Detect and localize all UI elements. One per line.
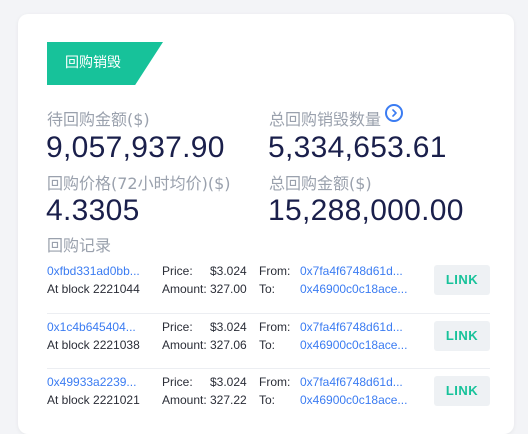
from-label: From: [259, 320, 291, 334]
from-address-link[interactable]: 0x7fa4f6748d61d... [300, 264, 430, 278]
tx-hash-link[interactable]: 0x49933a2239... [47, 375, 157, 389]
price-value: $3.024 [210, 375, 247, 389]
record-row: 0x49933a2239... At block 2221021 Price: … [47, 370, 490, 424]
amount-value: 327.22 [210, 393, 247, 407]
to-label: To: [259, 393, 276, 407]
to-address-link[interactable]: 0x46900c0c18ace... [300, 282, 430, 296]
to-address-link[interactable]: 0x46900c0c18ace... [300, 393, 430, 407]
price-value: $3.024 [210, 264, 247, 278]
amount-value: 327.06 [210, 338, 247, 352]
to-address-link[interactable]: 0x46900c0c18ace... [300, 338, 430, 352]
tx-hash-link[interactable]: 0xfbd331ad0bb... [47, 264, 157, 278]
amount-label: Amount: [162, 338, 207, 352]
block-number: At block 2221021 [47, 393, 140, 407]
block-number: At block 2221038 [47, 338, 140, 352]
buyback-price-label: 回购价格(72小时均价)($) [47, 174, 231, 193]
price-label: Price: [162, 264, 193, 278]
row-divider [47, 368, 490, 369]
from-address-link[interactable]: 0x7fa4f6748d61d... [300, 375, 430, 389]
price-label: Price: [162, 375, 193, 389]
from-label: From: [259, 264, 291, 278]
from-address-link[interactable]: 0x7fa4f6748d61d... [300, 320, 430, 334]
link-button[interactable]: LINK [434, 376, 490, 406]
amount-label: Amount: [162, 282, 207, 296]
amount-value: 327.00 [210, 282, 247, 296]
to-label: To: [259, 282, 276, 296]
link-button[interactable]: LINK [434, 321, 490, 351]
records-title: 回购记录 [47, 236, 112, 255]
row-divider [47, 313, 490, 314]
total-burn-label: 总回购销毁数量 [269, 110, 382, 129]
amount-label: Amount: [162, 393, 207, 407]
pending-buyback-label: 待回购金额($) [47, 110, 150, 129]
price-value: $3.024 [210, 320, 247, 334]
buyback-price-value: 4.3305 [46, 194, 140, 227]
record-row: 0xfbd331ad0bb... At block 2221044 Price:… [47, 260, 490, 314]
tx-hash-link[interactable]: 0x1c4b645404... [47, 320, 157, 334]
total-buyback-label: 总回购金额($) [269, 174, 372, 193]
record-row: 0x1c4b645404... At block 2221038 Price: … [47, 315, 490, 369]
from-label: From: [259, 375, 291, 389]
price-label: Price: [162, 320, 193, 334]
to-label: To: [259, 338, 276, 352]
block-number: At block 2221044 [47, 282, 140, 296]
total-burn-value: 5,334,653.61 [268, 131, 447, 164]
total-buyback-value: 15,288,000.00 [268, 194, 464, 227]
chevron-right-circle-icon[interactable] [385, 104, 403, 122]
pending-buyback-value: 9,057,937.90 [46, 131, 225, 164]
link-button[interactable]: LINK [434, 265, 490, 295]
